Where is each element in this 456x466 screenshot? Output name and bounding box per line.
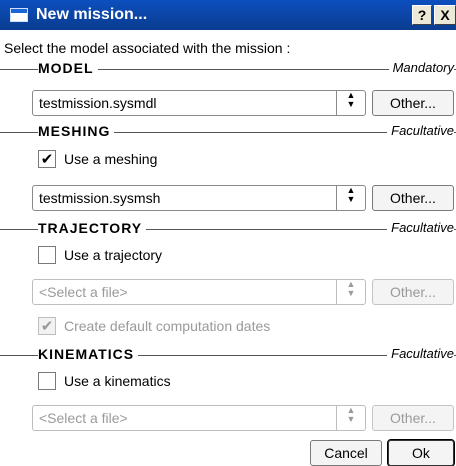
section-title: MODEL xyxy=(38,60,98,76)
trajectory-checkbox-label: Use a trajectory xyxy=(64,247,163,263)
meshing-checkbox-label: Use a meshing xyxy=(64,151,158,167)
section-kinematics: KINEMATICS Facultative xyxy=(0,346,456,366)
model-file-value: testmission.sysmdl xyxy=(39,95,157,111)
meshing-file-value: testmission.sysmsh xyxy=(39,190,161,206)
trajectory-other-button[interactable]: Other... xyxy=(372,279,454,305)
section-meshing: MESHING Facultative xyxy=(0,123,456,143)
default-dates-label: Create default computation dates xyxy=(64,318,271,334)
close-button[interactable]: X xyxy=(434,5,456,25)
cancel-button[interactable]: Cancel xyxy=(310,440,382,466)
trajectory-file-value: <Select a file> xyxy=(39,284,128,300)
section-tag: Facultative xyxy=(387,346,454,361)
model-other-button[interactable]: Other... xyxy=(372,90,454,116)
updown-arrows-icon[interactable]: ▲ ▼ xyxy=(336,280,365,304)
section-model: MODEL Mandatory xyxy=(0,60,456,80)
prompt-text: Select the model associated with the mis… xyxy=(4,40,291,56)
section-tag: Facultative xyxy=(387,123,454,138)
default-dates-checkbox[interactable]: ✔ xyxy=(38,317,56,335)
window-icon xyxy=(10,8,28,22)
model-file-select[interactable]: testmission.sysmdl ▲ ▼ xyxy=(32,90,366,116)
window-title: New mission... xyxy=(36,6,148,23)
meshing-checkbox[interactable]: ✔ xyxy=(38,150,56,168)
kinematics-file-value: <Select a file> xyxy=(39,410,128,426)
updown-arrows-icon[interactable]: ▲ ▼ xyxy=(336,406,365,430)
kinematics-other-button[interactable]: Other... xyxy=(372,405,454,431)
checkmark-icon: ✔ xyxy=(40,151,54,168)
updown-arrows-icon[interactable]: ▲ ▼ xyxy=(336,186,365,210)
trajectory-checkbox[interactable] xyxy=(38,246,56,264)
meshing-other-button[interactable]: Other... xyxy=(372,185,454,211)
ok-button[interactable]: Ok xyxy=(387,439,455,466)
updown-arrows-icon[interactable]: ▲ ▼ xyxy=(336,91,365,115)
checkmark-icon: ✔ xyxy=(40,318,54,335)
meshing-file-select[interactable]: testmission.sysmsh ▲ ▼ xyxy=(32,185,366,211)
section-title: MESHING xyxy=(38,123,115,139)
kinematics-file-select[interactable]: <Select a file> ▲ ▼ xyxy=(32,405,366,431)
section-title: TRAJECTORY xyxy=(38,220,147,236)
section-trajectory: TRAJECTORY Facultative xyxy=(0,220,456,240)
section-tag: Facultative xyxy=(387,220,454,235)
title-bar: New mission... ? X xyxy=(0,0,456,30)
section-tag: Mandatory xyxy=(388,60,454,75)
help-button[interactable]: ? xyxy=(412,5,432,25)
kinematics-checkbox-label: Use a kinematics xyxy=(64,373,171,389)
kinematics-checkbox[interactable] xyxy=(38,372,56,390)
section-title: KINEMATICS xyxy=(38,346,139,362)
trajectory-file-select[interactable]: <Select a file> ▲ ▼ xyxy=(32,279,366,305)
